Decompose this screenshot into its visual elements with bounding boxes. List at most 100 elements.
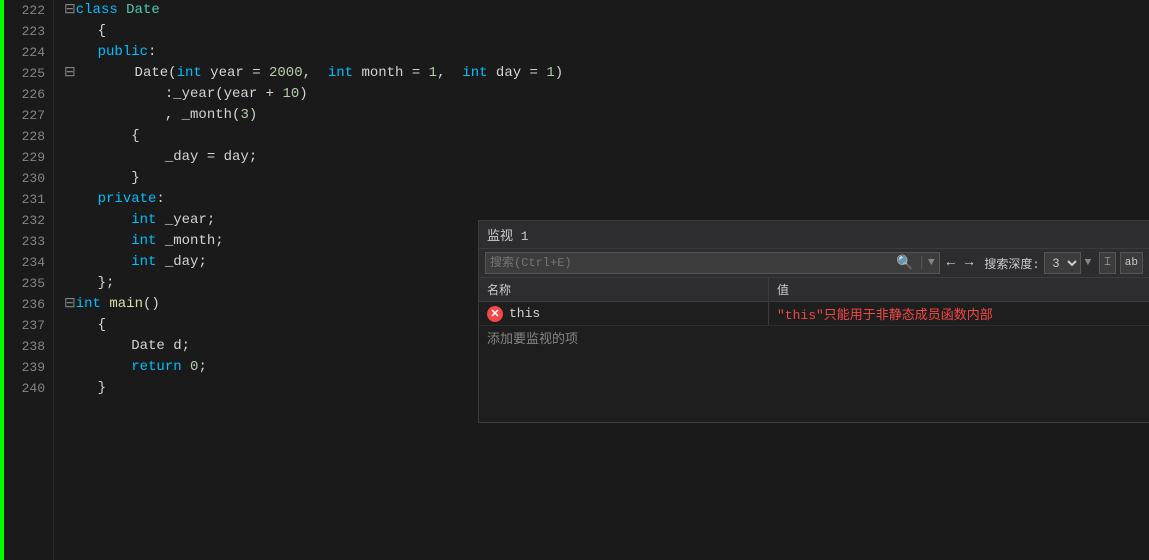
- code-line: private:: [64, 189, 1149, 210]
- code-token: 1: [546, 65, 554, 81]
- code-line: , _month(3): [64, 105, 1149, 126]
- code-token: [98, 233, 132, 249]
- ab-button[interactable]: ab: [1120, 252, 1143, 274]
- watch-cell-name-this: ✕ this: [479, 302, 769, 325]
- code-token: {: [64, 23, 106, 39]
- watch-name-this: this: [509, 306, 540, 321]
- code-line: ⊟class Date: [64, 0, 1149, 21]
- line-number: 223: [4, 21, 45, 42]
- code-token: :: [156, 191, 164, 207]
- depth-select[interactable]: 3 1 2 4 5: [1044, 252, 1081, 274]
- code-line: public:: [64, 42, 1149, 63]
- code-token: int: [462, 65, 487, 81]
- line-number: 225: [4, 63, 45, 84]
- code-token: _day = day;: [98, 149, 258, 165]
- code-token: ⊟: [64, 296, 76, 312]
- line-number: 224: [4, 42, 45, 63]
- pin-button[interactable]: ⌶: [1099, 252, 1116, 274]
- code-token: :: [148, 44, 156, 60]
- code-line: }: [64, 168, 1149, 189]
- watch-toolbar: 🔍 | ▼ ← → 搜索深度: 3 1 2 4 5 ▼ ⌶ ab: [479, 249, 1149, 278]
- line-number: 237: [4, 315, 45, 336]
- code-line: {: [64, 21, 1149, 42]
- code-token: [98, 86, 132, 102]
- nav-back-icon[interactable]: ←: [944, 255, 958, 271]
- search-icon[interactable]: 🔍: [894, 255, 915, 272]
- watch-table-header: 名称 值: [479, 278, 1149, 302]
- code-token: 3: [240, 107, 248, 123]
- add-watch-label[interactable]: 添加要监视的项: [487, 328, 578, 347]
- code-token: ;: [198, 359, 206, 375]
- code-token: ⊟: [64, 65, 101, 81]
- code-token: [64, 107, 98, 123]
- line-number: 226: [4, 84, 45, 105]
- add-watch-row[interactable]: 添加要监视的项: [479, 326, 1149, 349]
- code-token: [98, 107, 132, 123]
- code-token: :_year(year +: [131, 86, 282, 102]
- code-token: ): [249, 107, 257, 123]
- nav-forward-icon[interactable]: →: [962, 255, 976, 271]
- code-token: ,: [303, 65, 328, 81]
- code-token: int: [328, 65, 353, 81]
- code-token: [64, 44, 98, 60]
- watch-search-box[interactable]: 🔍 | ▼: [485, 252, 940, 274]
- line-number: 235: [4, 273, 45, 294]
- code-token: ,: [437, 65, 462, 81]
- col-name-header: 名称: [479, 278, 769, 301]
- code-token: main: [109, 296, 143, 312]
- code-token: [64, 338, 98, 354]
- code-token: [64, 149, 98, 165]
- depth-label: 搜索深度:: [984, 255, 1039, 272]
- code-token: Date: [126, 2, 160, 18]
- code-token: _year;: [156, 212, 215, 228]
- code-token: }: [64, 380, 106, 396]
- depth-dropdown-icon[interactable]: ▼: [1085, 257, 1092, 269]
- code-token: private: [98, 191, 157, 207]
- editor-container: 2222232242252262272282292302312322332342…: [0, 0, 1149, 560]
- code-token: class: [76, 2, 126, 18]
- code-token: 1: [429, 65, 437, 81]
- line-number: 227: [4, 105, 45, 126]
- watch-panel: 监视 1 🔍 | ▼ ← → 搜索深度: 3 1 2 4 5 ▼ ⌶ ab: [478, 220, 1149, 423]
- code-token: ): [299, 86, 307, 102]
- code-token: [64, 359, 98, 375]
- line-number: 236: [4, 294, 45, 315]
- code-token: return: [98, 359, 190, 375]
- code-token: int: [131, 212, 156, 228]
- watch-panel-body: ✕ this "this"只能用于非静态成员函数内部 添加要监视的项: [479, 302, 1149, 422]
- code-token: }: [98, 170, 140, 186]
- code-token: int: [131, 233, 156, 249]
- line-number: 233: [4, 231, 45, 252]
- line-number: 229: [4, 147, 45, 168]
- code-token: 10: [282, 86, 299, 102]
- dropdown-arrow-icon[interactable]: ▼: [928, 257, 935, 269]
- line-numbers: 2222232242252262272282292302312322332342…: [4, 0, 54, 560]
- code-token: [98, 212, 132, 228]
- line-number: 239: [4, 357, 45, 378]
- code-token: {: [64, 317, 106, 333]
- code-line: ⊟ Date(int year = 2000, int month = 1, i…: [64, 63, 1149, 84]
- code-token: int: [76, 296, 101, 312]
- code-token: month =: [353, 65, 429, 81]
- code-token: (): [143, 296, 160, 312]
- watch-search-input[interactable]: [490, 256, 894, 270]
- code-token: {: [98, 128, 140, 144]
- code-token: [64, 86, 98, 102]
- code-line: :_year(year + 10): [64, 84, 1149, 105]
- line-number: 232: [4, 210, 45, 231]
- line-number: 234: [4, 252, 45, 273]
- code-token: ⊟: [64, 2, 76, 18]
- watch-cell-value-this: "this"只能用于非静态成员函数内部: [769, 302, 1149, 325]
- code-token: public: [98, 44, 148, 60]
- code-token: ): [555, 65, 563, 81]
- line-number: 240: [4, 378, 45, 399]
- code-token: }: [64, 275, 106, 291]
- error-icon: ✕: [487, 306, 503, 322]
- watch-row-this[interactable]: ✕ this "this"只能用于非静态成员函数内部: [479, 302, 1149, 326]
- code-token: _month;: [156, 233, 223, 249]
- code-token: _day;: [156, 254, 206, 270]
- line-number: 228: [4, 126, 45, 147]
- code-token: 2000: [269, 65, 303, 81]
- line-number: 230: [4, 168, 45, 189]
- code-token: int: [131, 254, 156, 270]
